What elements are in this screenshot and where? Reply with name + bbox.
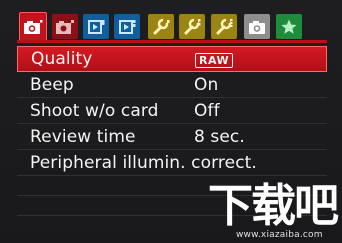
menu-item-value: Off xyxy=(194,100,220,121)
menu-item-label: Peripheral illumin. correct. xyxy=(30,152,257,173)
camera-icon xyxy=(247,19,267,35)
tab-strip-underline xyxy=(17,40,327,43)
tab-shooting-1[interactable] xyxy=(19,12,47,41)
tab-live-view[interactable] xyxy=(244,14,270,39)
menu-item-value: 8 sec. xyxy=(194,126,245,147)
camera-icon xyxy=(55,19,75,35)
menu-item-label: Beep xyxy=(30,74,74,95)
menu-item-label: Shoot w/o card xyxy=(30,100,159,121)
menu-item-peripheral-illumination[interactable]: Peripheral illumin. correct. xyxy=(17,150,327,176)
menu-tab-strip xyxy=(19,12,319,42)
watermark-url: www.xiazaiba.com xyxy=(236,230,323,240)
wrench-icon xyxy=(214,18,234,36)
wrench-icon xyxy=(151,18,171,36)
menu-item-label: Quality xyxy=(31,49,93,69)
camera-icon xyxy=(23,19,43,35)
menu-item-shoot-without-card[interactable]: Shoot w/o card Off xyxy=(17,98,327,124)
raw-badge: RAW xyxy=(195,53,234,68)
tab-playback-2[interactable] xyxy=(114,14,140,39)
tab-setup-2[interactable] xyxy=(179,14,205,39)
menu-item-quality[interactable]: Quality RAW xyxy=(17,46,327,72)
tab-playback-1[interactable] xyxy=(83,14,109,39)
tab-my-menu[interactable] xyxy=(276,14,302,39)
playback-icon xyxy=(117,18,137,36)
tab-setup-3[interactable] xyxy=(211,14,237,39)
menu-item-label: Review time xyxy=(30,126,136,147)
star-icon xyxy=(280,18,298,36)
menu-item-value: RAW xyxy=(195,49,234,69)
tab-setup-1[interactable] xyxy=(148,14,174,39)
playback-icon xyxy=(86,18,106,36)
menu-item-beep[interactable]: Beep On xyxy=(17,72,327,98)
tab-shooting-2[interactable] xyxy=(52,14,78,39)
menu-item-value: On xyxy=(194,74,219,95)
menu-item-review-time[interactable]: Review time 8 sec. xyxy=(17,124,327,150)
camera-menu-screen: Quality RAW Beep On Shoot w/o card Off R… xyxy=(0,0,342,243)
wrench-icon xyxy=(182,18,202,36)
watermark-logo: 下载吧 xyxy=(208,179,339,232)
